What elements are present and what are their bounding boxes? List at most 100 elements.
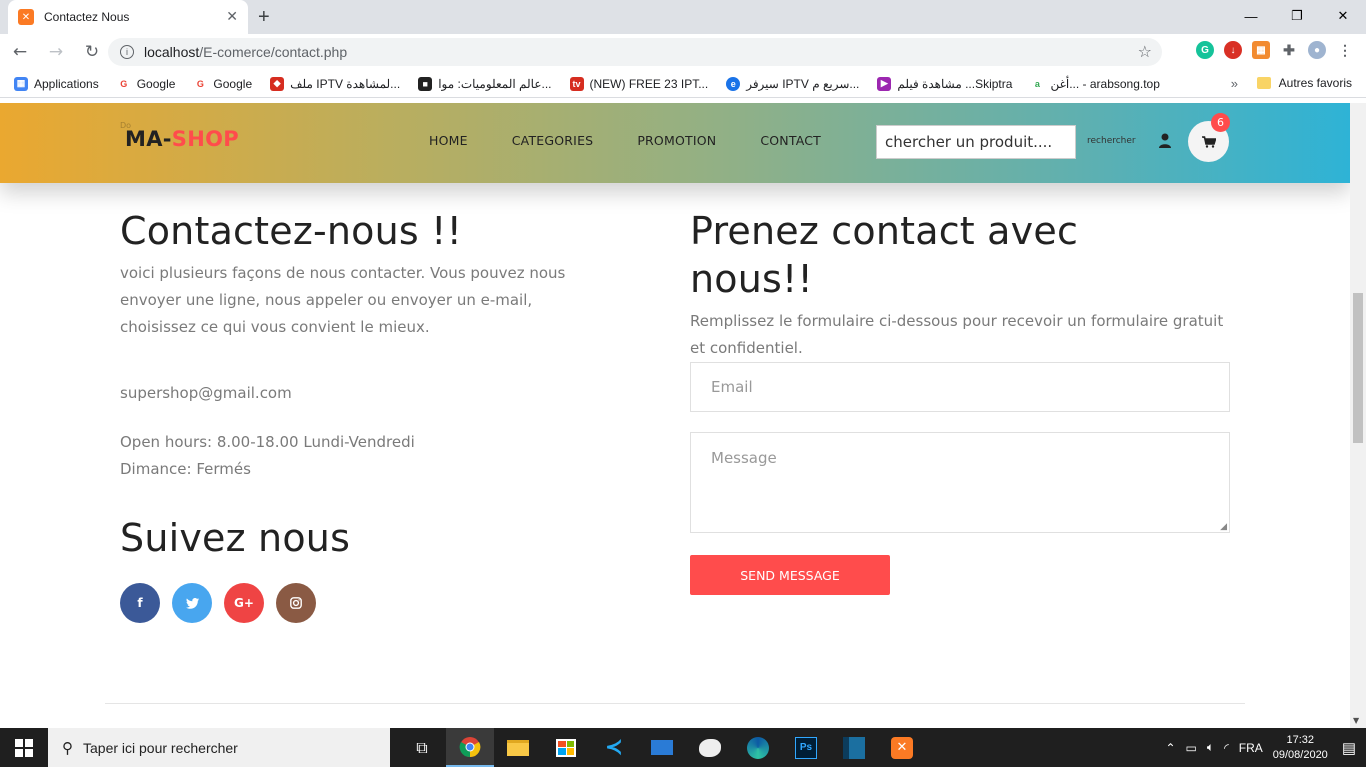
other-bookmarks[interactable]: Autres favoris <box>1256 76 1352 90</box>
bookmark-label: أغن... - arabsong.top <box>1050 76 1160 91</box>
tray-expand-icon[interactable]: ⌃ <box>1165 741 1175 755</box>
browser-tab[interactable]: ✕ Contactez Nous ✕ <box>8 0 248 34</box>
clock[interactable]: 17:32 09/08/2020 <box>1273 733 1328 763</box>
form-title-line2: nous!! <box>690 257 813 301</box>
tab-close-icon[interactable]: ✕ <box>226 9 238 25</box>
bookmark-google-1[interactable]: G Google <box>116 76 176 91</box>
reload-icon[interactable]: ↻ <box>76 36 108 68</box>
bookmark-arabsong[interactable]: a أغن... - arabsong.top <box>1030 76 1160 91</box>
bookmark-skiptra[interactable]: ▶ مشاهدة فيلم ...Skiptra <box>877 76 1013 91</box>
language-indicator[interactable]: FRA <box>1239 741 1263 755</box>
menu-home[interactable]: HOME <box>429 133 468 148</box>
start-button[interactable] <box>0 728 48 767</box>
bookmark-iptv-server[interactable]: e سيرفر IPTV سريع م... <box>726 76 859 91</box>
message-field[interactable]: Message ◢ <box>690 432 1230 533</box>
logo-ma: MA- <box>125 127 172 151</box>
wifi-icon[interactable]: ◜ <box>1224 741 1229 755</box>
menu-contact[interactable]: CONTACT <box>760 133 821 148</box>
scroll-down-icon[interactable]: ▼ <box>1353 716 1359 725</box>
menu-kebab-icon[interactable]: ⋮ <box>1336 41 1354 59</box>
menu-promotion[interactable]: PROMOTION <box>637 133 716 148</box>
bookmark-iptv-file[interactable]: ◆ ملف IPTV لمشاهدة... <box>270 76 401 91</box>
bookmark-label: Google <box>136 76 176 91</box>
edge-icon[interactable] <box>734 728 782 767</box>
taskbar-apps: ⧉ ≺ Ps ✕ <box>398 728 926 767</box>
bookmark-free-iptv[interactable]: tv (NEW) FREE 23 IPT... <box>569 76 708 91</box>
product-search-input[interactable]: chercher un produit.... <box>876 125 1076 159</box>
chrome-icon[interactable] <box>446 728 494 767</box>
send-message-button[interactable]: SEND MESSAGE <box>690 555 890 595</box>
site-favicon-icon: e <box>726 76 741 91</box>
bookmark-label: مشاهدة فيلم ...Skiptra <box>897 76 1013 91</box>
logo-shop: SHOP <box>171 127 239 151</box>
scrollbar-thumb[interactable] <box>1353 293 1363 443</box>
url-path: /E-comerce/contact.php <box>199 44 348 60</box>
notifications-icon[interactable]: ▤ <box>1342 739 1356 757</box>
volume-icon[interactable]: 🔈︎ <box>1207 740 1214 755</box>
tab-title: Contactez Nous <box>44 10 130 24</box>
browser-toolbar: ← → ↻ i localhost/E-comerce/contact.php … <box>0 34 1366 70</box>
form-description: Remplissez le formulaire ci-dessous pour… <box>690 312 1224 357</box>
windows-taskbar: ⚲ Taper ici pour rechercher ⧉ ≺ Ps ✕ ⌃ ▭… <box>0 728 1366 767</box>
app-panel-icon[interactable] <box>830 728 878 767</box>
twitter-icon[interactable] <box>172 583 212 623</box>
forward-icon[interactable]: → <box>40 36 72 68</box>
battery-icon[interactable]: ▭ <box>1186 741 1197 755</box>
store-icon[interactable] <box>542 728 590 767</box>
info-icon[interactable]: i <box>120 45 134 59</box>
file-explorer-icon[interactable] <box>494 728 542 767</box>
bookmarks-bar: ▦ Applications G Google G Google ◆ ملف IPTV … <box>0 70 1366 98</box>
email-field[interactable]: Email <box>690 362 1230 412</box>
close-window-icon[interactable]: ✕ <box>1320 0 1366 32</box>
back-icon[interactable]: ← <box>4 36 36 68</box>
paint-icon[interactable] <box>686 728 734 767</box>
windows-logo-icon <box>15 738 33 757</box>
restore-icon[interactable]: ❐ <box>1274 0 1320 32</box>
bookmark-star-icon[interactable]: ☆ <box>1138 42 1152 61</box>
address-bar[interactable]: i localhost/E-comerce/contact.php ☆ <box>108 38 1162 66</box>
menu-categories[interactable]: CATEGORIES <box>512 133 594 148</box>
search-button[interactable]: rechercher <box>1087 136 1136 146</box>
extension-grid-icon[interactable]: ▦ <box>1252 41 1270 59</box>
site-favicon-icon: ■ <box>418 76 433 91</box>
user-icon[interactable] <box>1158 133 1172 149</box>
bookmark-informatics[interactable]: ■ عالم المعلوميات: موا... <box>418 76 552 91</box>
task-view-icon[interactable]: ⧉ <box>398 728 446 767</box>
google-plus-icon[interactable]: G+ <box>224 583 264 623</box>
instagram-glyph-icon <box>290 597 302 609</box>
clock-time: 17:32 <box>1286 733 1315 746</box>
form-title-line1: Prenez contact avec <box>690 209 1079 253</box>
site-favicon-icon: ▶ <box>877 76 892 91</box>
xampp-icon[interactable]: ✕ <box>878 728 926 767</box>
puzzle-icon[interactable]: ✚ <box>1280 41 1298 59</box>
vscode-icon[interactable]: ≺ <box>590 728 638 767</box>
profile-avatar[interactable]: ● <box>1308 41 1326 59</box>
photoshop-icon[interactable]: Ps <box>782 728 830 767</box>
extensions-area: G ↓ ▦ ✚ ● ⋮ <box>1196 41 1354 59</box>
message-placeholder: Message <box>711 449 777 467</box>
google-icon: G <box>193 76 208 91</box>
resize-handle-icon[interactable]: ◢ <box>1220 522 1227 532</box>
instagram-icon[interactable] <box>276 583 316 623</box>
search-placeholder: chercher un produit.... <box>885 133 1053 151</box>
bookmark-apps[interactable]: ▦ Applications <box>14 76 99 91</box>
download-extension-icon[interactable]: ↓ <box>1224 41 1242 59</box>
bookmark-label: عالم المعلوميات: موا... <box>438 76 552 91</box>
taskbar-search[interactable]: ⚲ Taper ici pour rechercher <box>48 728 390 767</box>
new-tab-icon[interactable]: + <box>258 6 270 29</box>
page-scrollbar[interactable]: ▼ <box>1350 103 1366 728</box>
mail-icon[interactable] <box>638 728 686 767</box>
browser-tab-bar: ✕ Contactez Nous ✕ + — ❐ ✕ <box>0 0 1366 34</box>
bookmark-label: Applications <box>34 76 99 91</box>
bookmark-label: ملف IPTV لمشاهدة... <box>290 76 401 91</box>
bookmarks-overflow-icon[interactable]: » <box>1231 76 1238 91</box>
xampp-favicon-icon: ✕ <box>18 9 34 25</box>
window-controls: — ❐ ✕ <box>1228 0 1366 34</box>
google-icon: G <box>116 76 131 91</box>
site-header: Do MA-SHOP HOME CATEGORIES PROMOTION CON… <box>0 103 1350 183</box>
grammarly-icon[interactable]: G <box>1196 41 1214 59</box>
site-logo[interactable]: MA-SHOP <box>125 127 239 151</box>
bookmark-google-2[interactable]: G Google <box>193 76 252 91</box>
facebook-icon[interactable]: f <box>120 583 160 623</box>
minimize-icon[interactable]: — <box>1228 0 1274 32</box>
